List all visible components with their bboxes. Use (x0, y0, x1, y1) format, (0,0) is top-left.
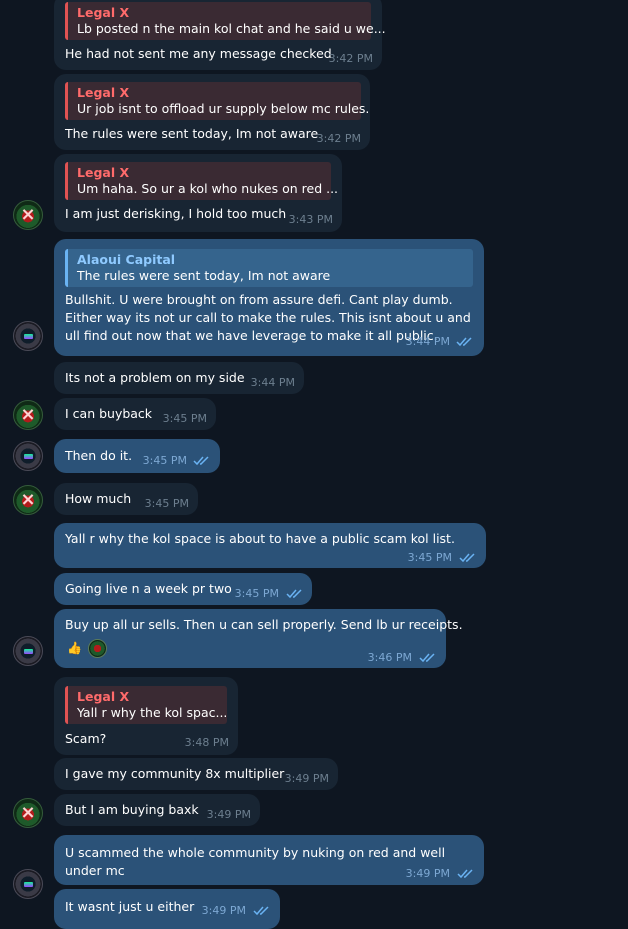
read-checkmark-icon (459, 553, 475, 563)
reply-author: Legal X (77, 5, 130, 20)
message-bubble[interactable]: Legal X Ur job isnt to offload ur supply… (54, 74, 370, 150)
message-bubble[interactable]: Then do it. 3:45 PM (54, 439, 220, 473)
message-text: Then do it. (65, 448, 133, 463)
reply-text: Lb posted n the main kol chat and he sai… (77, 21, 386, 36)
reply-text: Ur job isnt to offload ur supply below m… (77, 101, 370, 116)
message-time: 3:49 PM (206, 808, 251, 821)
reply-quote[interactable]: Legal X Um haha. So ur a kol who nukes o… (65, 162, 338, 200)
message-bubble[interactable]: U scammed the whole community by nuking … (54, 835, 484, 885)
message-time: 3:44 PM (405, 335, 450, 348)
message-bubble[interactable]: Legal X Lb posted n the main kol chat an… (54, 0, 386, 70)
reply-text: The rules were sent today, Im not aware (77, 268, 331, 283)
message-bubble[interactable]: Buy up all ur sells. Then u can sell pro… (54, 609, 463, 668)
message-time: 3:45 PM (142, 454, 187, 467)
message-bubble[interactable]: Legal X Yall r why the kol spac... Scam?… (54, 677, 238, 755)
reply-author: Legal X (77, 85, 130, 100)
read-checkmark-icon (193, 456, 209, 466)
message-time: 3:42 PM (316, 132, 361, 145)
read-checkmark-icon (419, 653, 435, 663)
message-bubble[interactable]: It wasnt just u either 3:49 PM (54, 889, 280, 929)
reply-text: Yall r why the kol spac... (77, 705, 228, 720)
reply-quote[interactable]: Legal X Lb posted n the main kol chat an… (65, 2, 386, 40)
message-time: 3:44 PM (250, 376, 295, 389)
reactions-row[interactable]: 👍 (65, 639, 107, 658)
sender-avatar[interactable] (13, 485, 43, 515)
read-checkmark-icon (286, 589, 302, 599)
message-bubble[interactable]: How much 3:45 PM (54, 483, 198, 515)
read-checkmark-icon (456, 337, 472, 347)
message-time: 3:45 PM (407, 551, 452, 564)
message-text: But I am buying baxk (65, 802, 199, 817)
message-text: I gave my community 8x multiplier (65, 766, 285, 781)
reply-quote[interactable]: Alaoui Capital The rules were sent today… (65, 249, 473, 287)
message-text: I can buyback (65, 406, 153, 421)
reply-author: Legal X (77, 689, 130, 704)
message-time: 3:46 PM (367, 651, 412, 664)
sender-avatar[interactable] (13, 636, 43, 666)
message-bubble[interactable]: Yall r why the kol space is about to hav… (54, 523, 486, 568)
message-text: He had not sent me any message checked (65, 46, 332, 61)
sender-avatar[interactable] (13, 441, 43, 471)
message-time: 3:45 PM (144, 497, 189, 510)
message-bubble[interactable]: I gave my community 8x multiplier 3:49 P… (54, 758, 338, 790)
read-checkmark-icon (457, 869, 473, 879)
message-bubble[interactable]: Alaoui Capital The rules were sent today… (54, 239, 484, 356)
message-time: 3:43 PM (288, 213, 333, 226)
message-bubble[interactable]: Going live n a week pr two 3:45 PM (54, 573, 312, 605)
message-time: 3:49 PM (405, 867, 450, 880)
sender-avatar[interactable] (13, 869, 43, 899)
sender-avatar[interactable] (13, 798, 43, 828)
message-bubble[interactable]: Legal X Um haha. So ur a kol who nukes o… (54, 154, 342, 232)
sender-avatar[interactable] (13, 400, 43, 430)
message-text: Its not a problem on my side (65, 370, 245, 385)
message-text: How much (65, 491, 132, 506)
message-text: The rules were sent today, Im not aware (65, 126, 319, 141)
thumbs-up-icon[interactable]: 👍 (65, 639, 84, 658)
read-checkmark-icon (253, 906, 269, 916)
reply-author: Legal X (77, 165, 130, 180)
message-text: Buy up all ur sells. Then u can sell pro… (65, 617, 463, 632)
reply-text: Um haha. So ur a kol who nukes on red ..… (77, 181, 339, 196)
message-bubble[interactable]: Its not a problem on my side 3:44 PM (54, 362, 304, 394)
message-text: Scam? (65, 731, 107, 746)
message-bubble[interactable]: I can buyback 3:45 PM (54, 398, 216, 430)
message-text: Yall r why the kol space is about to hav… (65, 531, 455, 546)
message-time: 3:49 PM (284, 772, 329, 785)
message-time: 3:45 PM (162, 412, 207, 425)
message-time: 3:45 PM (234, 587, 279, 600)
sender-avatar[interactable] (13, 200, 43, 230)
chat-view: { "messages": { "m1": {"quote_name": "Le… (0, 0, 628, 929)
message-text: I am just derisking, I hold too much (65, 206, 287, 221)
sender-avatar[interactable] (13, 321, 43, 351)
message-bubble[interactable]: But I am buying baxk 3:49 PM (54, 794, 260, 826)
message-time: 3:48 PM (184, 736, 229, 749)
reply-quote[interactable]: Legal X Ur job isnt to offload ur supply… (65, 82, 369, 120)
message-time: 3:42 PM (328, 52, 373, 65)
reaction-avatar[interactable] (88, 639, 107, 658)
reply-author: Alaoui Capital (77, 252, 176, 267)
message-text: Going live n a week pr two (65, 581, 232, 596)
message-text: It wasnt just u either (65, 899, 195, 914)
reply-quote[interactable]: Legal X Yall r why the kol spac... (65, 686, 227, 724)
